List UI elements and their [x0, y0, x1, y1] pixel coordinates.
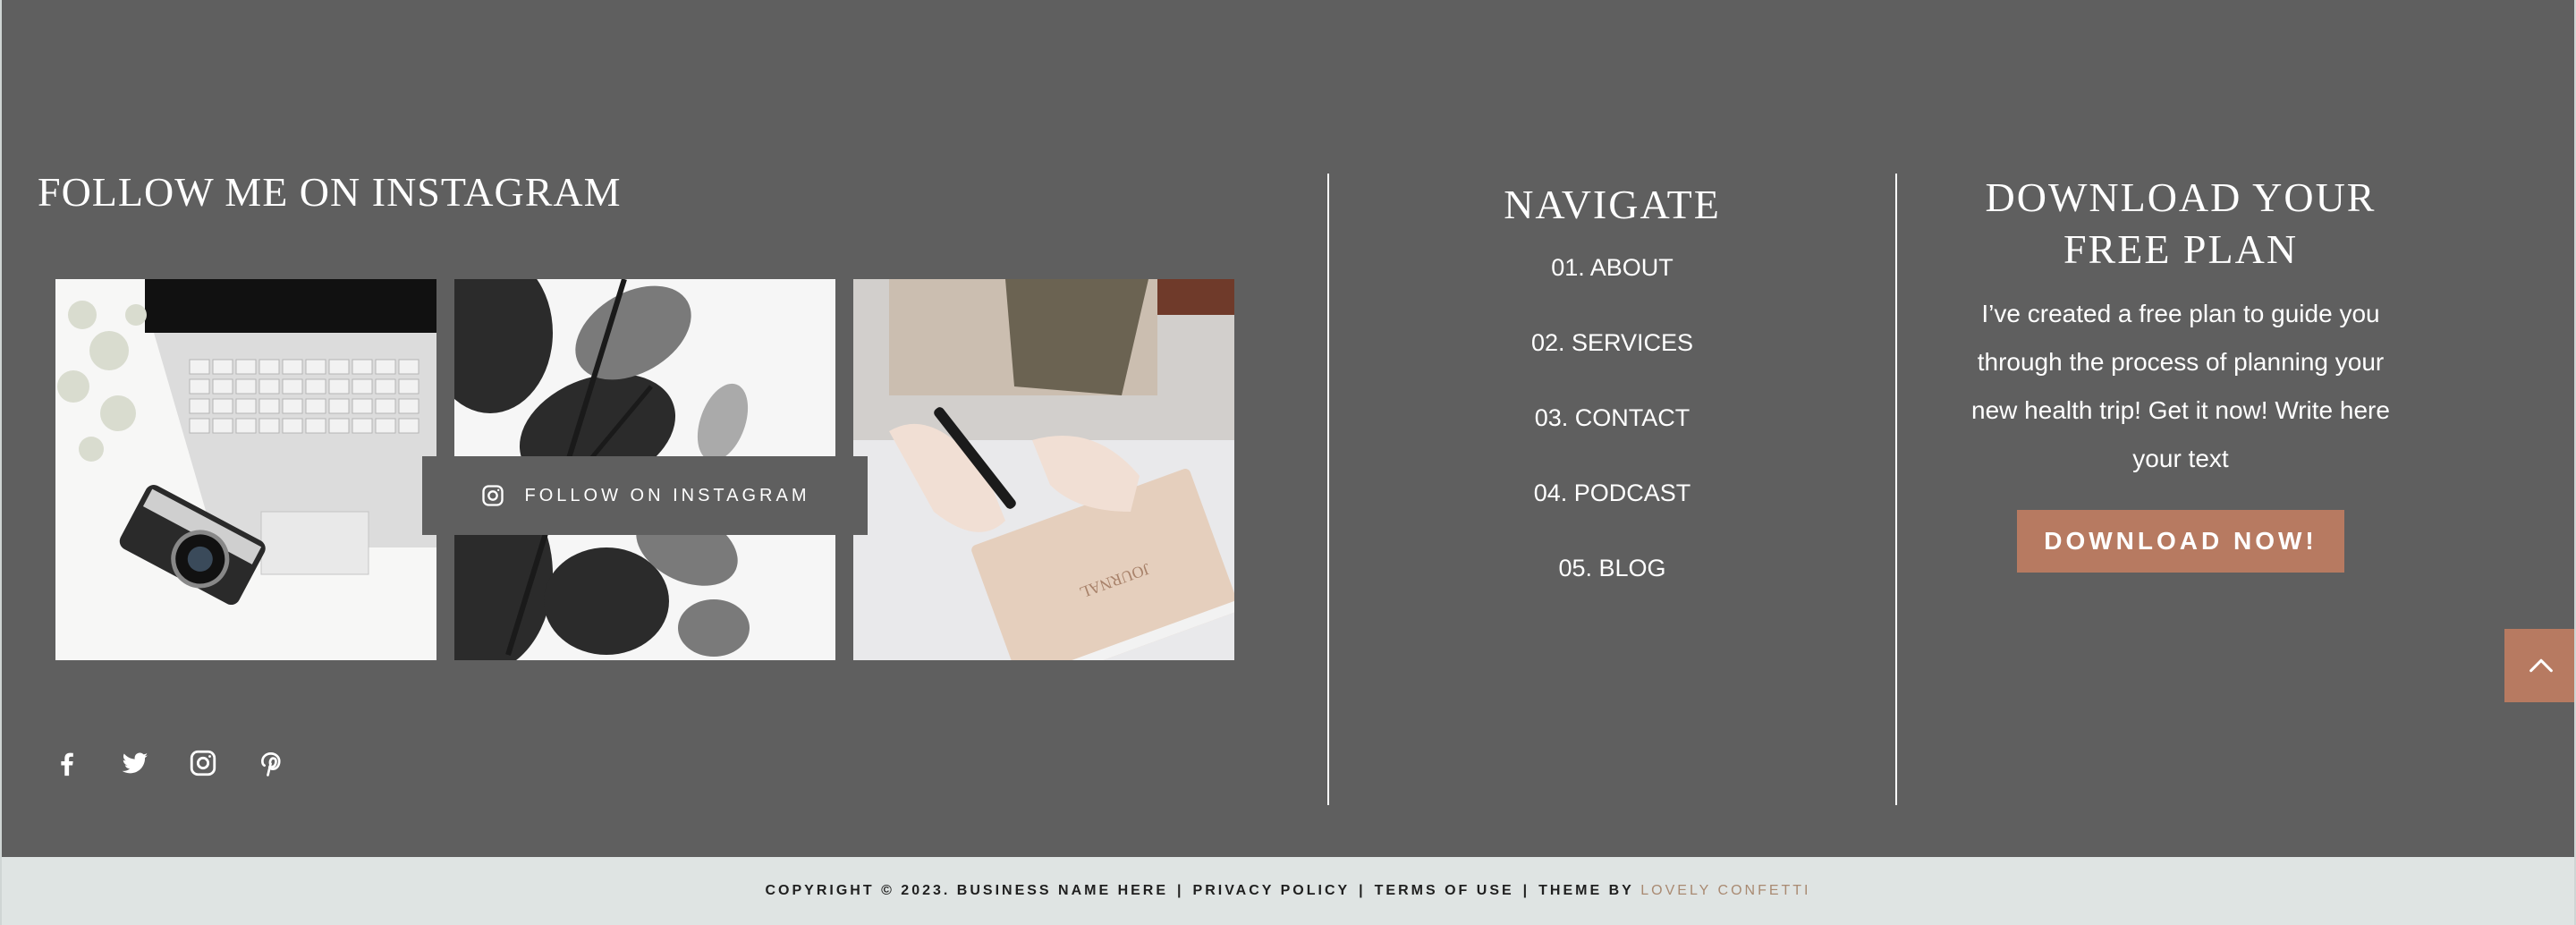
nav-item-services[interactable]: 02. SERVICES: [1531, 329, 1693, 356]
nav-item-podcast[interactable]: 04. PODCAST: [1534, 479, 1691, 506]
theme-author-link[interactable]: LOVELY CONFETTI: [1640, 883, 1810, 899]
instagram-icon: [481, 485, 504, 506]
download-now-button[interactable]: DOWNLOAD NOW!: [2017, 510, 2344, 573]
instagram-photo-journal[interactable]: JOURNAL: [853, 279, 1234, 660]
pinterest-icon: [261, 752, 281, 776]
copyright-text: COPYRIGHT © 2023. BUSINESS NAME HERE: [765, 883, 1169, 898]
follow-on-instagram-label: FOLLOW ON INSTAGRAM: [524, 485, 810, 505]
twitter-link[interactable]: [120, 748, 150, 778]
navigate-section: NAVIGATE 01. ABOUT 02. SERVICES 03. CONT…: [1329, 175, 1895, 619]
separator: |: [1359, 883, 1366, 898]
chevron-up-icon: [2529, 658, 2553, 673]
theme-by-text: THEME BY: [1538, 883, 1634, 898]
footer-page: FOLLOW ME ON INSTAGRAM JOURNAL FOLLOW ON…: [0, 0, 2576, 925]
terms-of-use-link[interactable]: TERMS OF USE: [1375, 883, 1514, 899]
instagram-section-title: FOLLOW ME ON INSTAGRAM: [38, 169, 622, 215]
download-section: DOWNLOAD YOUR FREE PLAN I’ve created a f…: [1897, 172, 2574, 573]
pinterest-link[interactable]: [256, 748, 286, 778]
separator: |: [1177, 883, 1184, 898]
download-description: I’ve created a free plan to guide you th…: [1971, 300, 2390, 472]
instagram-link[interactable]: [188, 748, 218, 778]
facebook-link[interactable]: [52, 748, 82, 778]
follow-on-instagram-button[interactable]: FOLLOW ON INSTAGRAM: [422, 456, 868, 535]
nav-item-contact[interactable]: 03. CONTACT: [1535, 404, 1690, 431]
navigate-list: 01. ABOUT 02. SERVICES 03. CONTACT 04. P…: [1329, 243, 1895, 619]
back-to-top-button[interactable]: [2504, 629, 2574, 702]
separator: |: [1522, 883, 1530, 898]
copyright-bar: COPYRIGHT © 2023. BUSINESS NAME HERE | P…: [2, 857, 2574, 925]
navigate-title: NAVIGATE: [1504, 182, 1721, 227]
facebook-icon: [61, 752, 73, 776]
twitter-icon: [122, 752, 148, 774]
nav-item-blog[interactable]: 05. BLOG: [1558, 555, 1665, 581]
instagram-photo-laptop[interactable]: [55, 279, 436, 660]
nav-item-about[interactable]: 01. ABOUT: [1551, 254, 1674, 281]
privacy-policy-link[interactable]: PRIVACY POLICY: [1193, 883, 1351, 899]
social-links: [52, 748, 286, 778]
download-title: DOWNLOAD YOUR FREE PLAN: [1985, 174, 2377, 272]
instagram-icon: [190, 750, 216, 776]
